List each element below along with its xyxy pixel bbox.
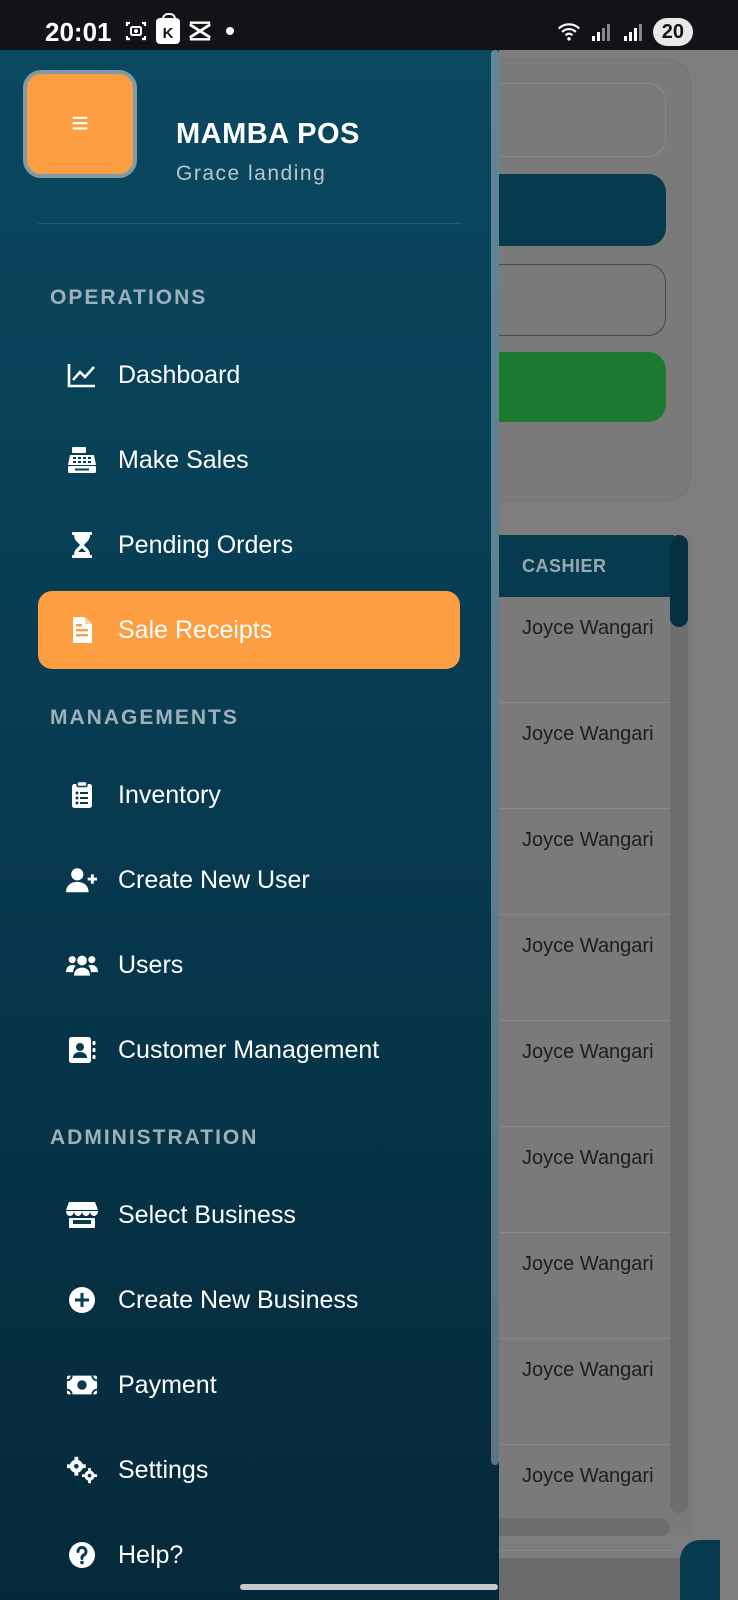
shopping-bag-icon: K [156,13,180,44]
plus-circle-icon [66,1284,98,1316]
screenshot-icon [124,19,148,43]
app-logo: ≡ [23,70,137,178]
nav-label: Payment [118,1370,217,1399]
table-cell-cashier: Joyce Wangari [522,1147,654,1169]
nav-item-select-business[interactable]: Select Business [38,1176,460,1254]
table-cell-cashier: Joyce Wangari [522,1465,654,1487]
table-scroll-thumb [670,535,688,627]
nav-item-inventory[interactable]: Inventory [38,756,460,834]
signal-icon [589,20,613,44]
drawer-header: ≡ MAMBA POS Grace landing [0,50,499,224]
gears-icon [66,1454,98,1486]
nav-label: Users [118,950,184,979]
section-label-operations: OPERATIONS [50,286,208,309]
floating-button [680,1540,720,1600]
section-label-administration: ADMINISTRATION [50,1126,259,1149]
nav-label: Select Business [118,1200,296,1229]
clipboard-list-icon [66,779,98,811]
nav-label: Dashboard [118,360,241,389]
nav-item-make-sales[interactable]: Make Sales [38,421,460,499]
nav-label: Create New User [118,865,310,894]
status-bar: 20:01 K 20 [0,0,738,50]
table-cell-cashier: Joyce Wangari [522,1253,654,1275]
store-icon [66,1199,98,1231]
receipt-icon [66,614,98,646]
nav-label: Settings [118,1455,209,1484]
nav-item-users[interactable]: Users [38,926,460,1004]
column-header-cashier: CASHIER [522,556,607,576]
nav-item-settings[interactable]: Settings [38,1431,460,1509]
app-title: MAMBA POS [176,118,360,150]
nav-label: Make Sales [118,445,249,474]
nav-item-help[interactable]: Help? [38,1516,460,1594]
menu-lines-icon: ≡ [71,107,89,140]
status-time: 20:01 [45,17,112,47]
nav-label: Inventory [118,780,221,809]
question-circle-icon [66,1539,98,1571]
nav-item-payment[interactable]: Payment [38,1346,460,1424]
nav-item-sale-receipts[interactable]: Sale Receipts [38,591,460,669]
status-system-icons: 20 [557,18,693,46]
gesture-navigation-bar[interactable] [240,1584,498,1590]
line-chart-icon [66,359,98,391]
nav-item-pending-orders[interactable]: Pending Orders [38,506,460,584]
nav-item-create-new-business[interactable]: Create New Business [38,1261,460,1339]
address-book-icon [66,1034,98,1066]
nav-item-customer-management[interactable]: Customer Management [38,1011,460,1089]
signal-icon-2 [621,20,645,44]
table-vertical-scrollbar [670,535,688,1513]
nav-item-dashboard[interactable]: Dashboard [38,336,460,414]
header-divider [38,223,462,224]
drawer-scrollbar[interactable] [491,50,499,1465]
section-label-managements: MANAGEMENTS [50,706,239,729]
nav-label: Help? [118,1540,184,1569]
money-bill-icon [66,1369,98,1401]
table-cell-cashier: Joyce Wangari [522,935,654,957]
table-cell-cashier: Joyce Wangari [522,1041,654,1063]
capcut-icon [188,19,212,43]
navigation-drawer: ≡ MAMBA POS Grace landing OPERATIONS Das… [0,50,499,1600]
nav-item-create-new-user[interactable]: Create New User [38,841,460,919]
cash-register-icon [66,444,98,476]
nav-label: Pending Orders [118,530,294,559]
status-notification-icons: K [124,13,234,44]
hourglass-icon [66,529,98,561]
users-icon [66,949,98,981]
table-cell-cashier: Joyce Wangari [522,617,654,639]
nav-label: Create New Business [118,1285,359,1314]
business-name: Grace landing [176,162,327,185]
table-cell-cashier: Joyce Wangari [522,1359,654,1381]
table-cell-cashier: Joyce Wangari [522,723,654,745]
nav-label: Sale Receipts [118,615,273,644]
wifi-icon [557,20,581,44]
table-cell-cashier: Joyce Wangari [522,829,654,851]
user-plus-icon [66,864,98,896]
dot-icon [226,27,234,35]
nav-label: Customer Management [118,1035,380,1064]
battery-indicator: 20 [652,18,693,46]
